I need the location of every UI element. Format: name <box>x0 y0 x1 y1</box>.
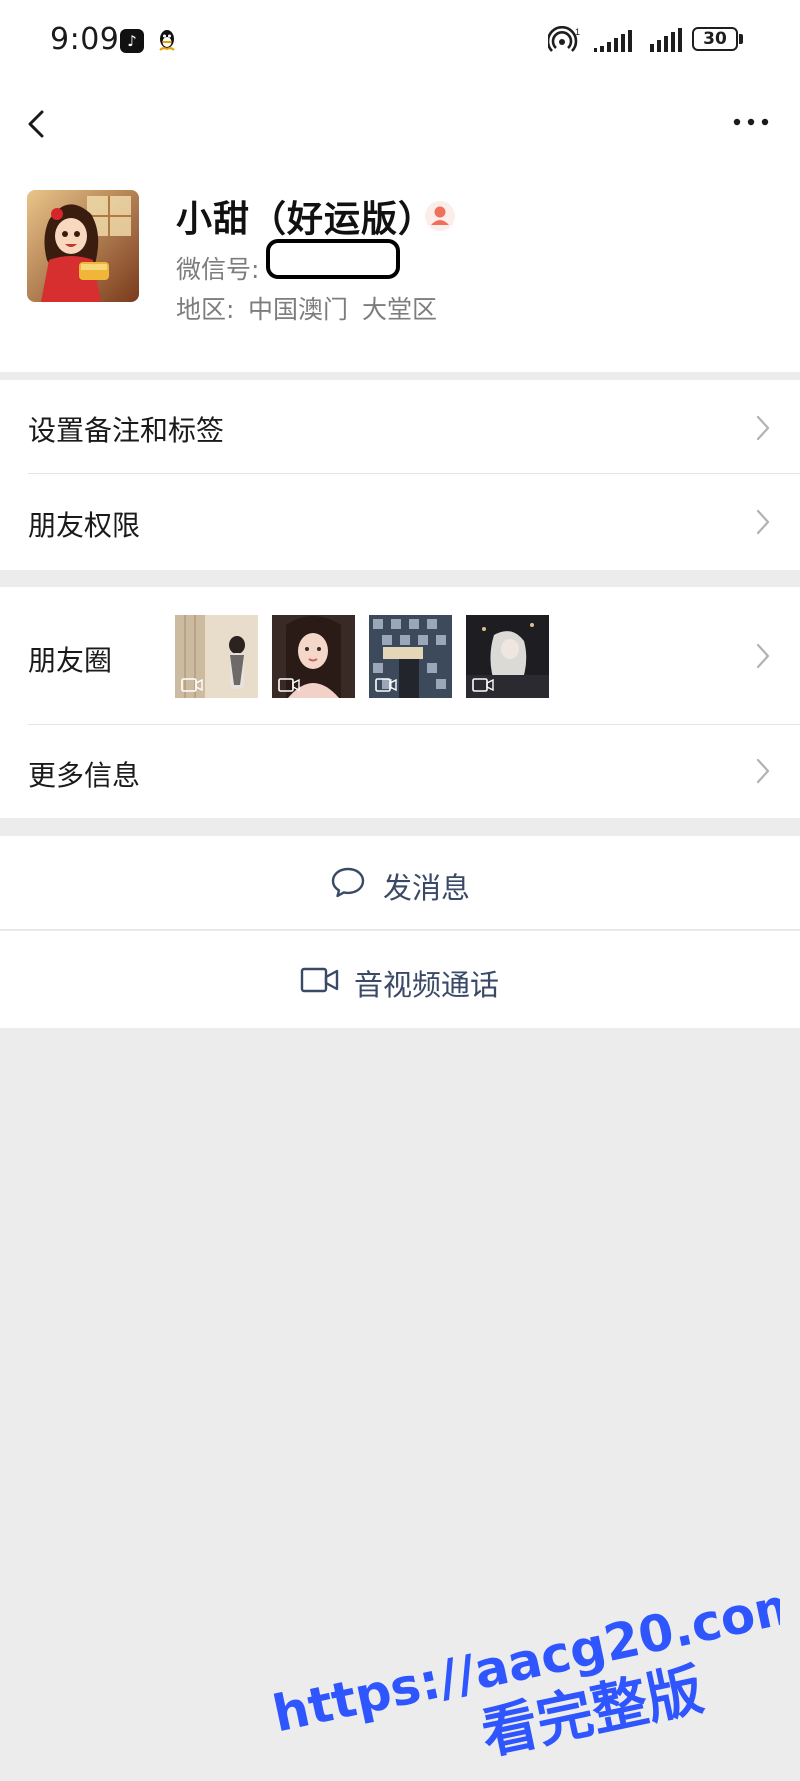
remarks-tags-label: 设置备注和标签 <box>28 414 225 447</box>
signal-icon <box>650 28 682 52</box>
ellipsis-icon[interactable] <box>732 112 770 132</box>
divider <box>0 929 800 930</box>
more-info-cell[interactable]: 更多信息 <box>0 725 800 818</box>
send-message-label: 发消息 <box>383 871 471 905</box>
moments-thumbnail[interactable] <box>466 615 549 698</box>
battery-icon: 30 <box>692 27 738 51</box>
chevron-right-icon <box>756 509 770 535</box>
more-info-label: 更多信息 <box>28 759 141 792</box>
tiktok-icon: ♪ <box>120 29 144 53</box>
chevron-left-icon[interactable] <box>22 104 52 144</box>
status-time: 9:09 <box>50 22 120 57</box>
chevron-right-icon <box>756 643 770 669</box>
qq-icon <box>159 30 175 51</box>
female-icon <box>425 201 455 231</box>
send-message-button[interactable]: 发消息 <box>0 836 800 930</box>
avatar[interactable] <box>27 190 139 302</box>
region-value: 中国澳门 大堂区 <box>248 295 437 324</box>
av-call-label: 音视频通话 <box>354 968 500 1002</box>
nickname: 小甜（好运版） <box>176 199 436 240</box>
video-icon <box>278 678 300 692</box>
chevron-right-icon <box>756 415 770 441</box>
video-call-icon <box>300 967 339 993</box>
moments-thumbnail[interactable] <box>175 615 258 698</box>
wechat-id-label: 微信号: <box>176 255 260 284</box>
moments-label: 朋友圈 <box>28 644 113 677</box>
av-call-button[interactable]: 音视频通话 <box>0 931 800 1028</box>
moments-thumbnail[interactable] <box>272 615 355 698</box>
remarks-tags-cell[interactable]: 设置备注和标签 <box>0 380 800 474</box>
moments-thumbnail[interactable] <box>369 615 452 698</box>
signal-icon <box>594 30 632 52</box>
friend-permissions-cell[interactable]: 朋友权限 <box>0 474 800 570</box>
video-icon <box>375 678 397 692</box>
chevron-right-icon <box>756 758 770 784</box>
watermark: https://aacg20.com 看完整版 <box>268 1574 780 1768</box>
friend-permissions-label: 朋友权限 <box>28 509 141 542</box>
battery-tip <box>739 34 743 44</box>
video-icon <box>472 678 494 692</box>
region-label: 地区: <box>176 295 235 324</box>
wechat-id-redaction <box>266 239 400 279</box>
hotspot-icon: 1 <box>548 26 580 52</box>
chat-bubble-icon <box>331 867 365 898</box>
video-icon <box>181 678 203 692</box>
svg-text:1: 1 <box>575 27 580 37</box>
